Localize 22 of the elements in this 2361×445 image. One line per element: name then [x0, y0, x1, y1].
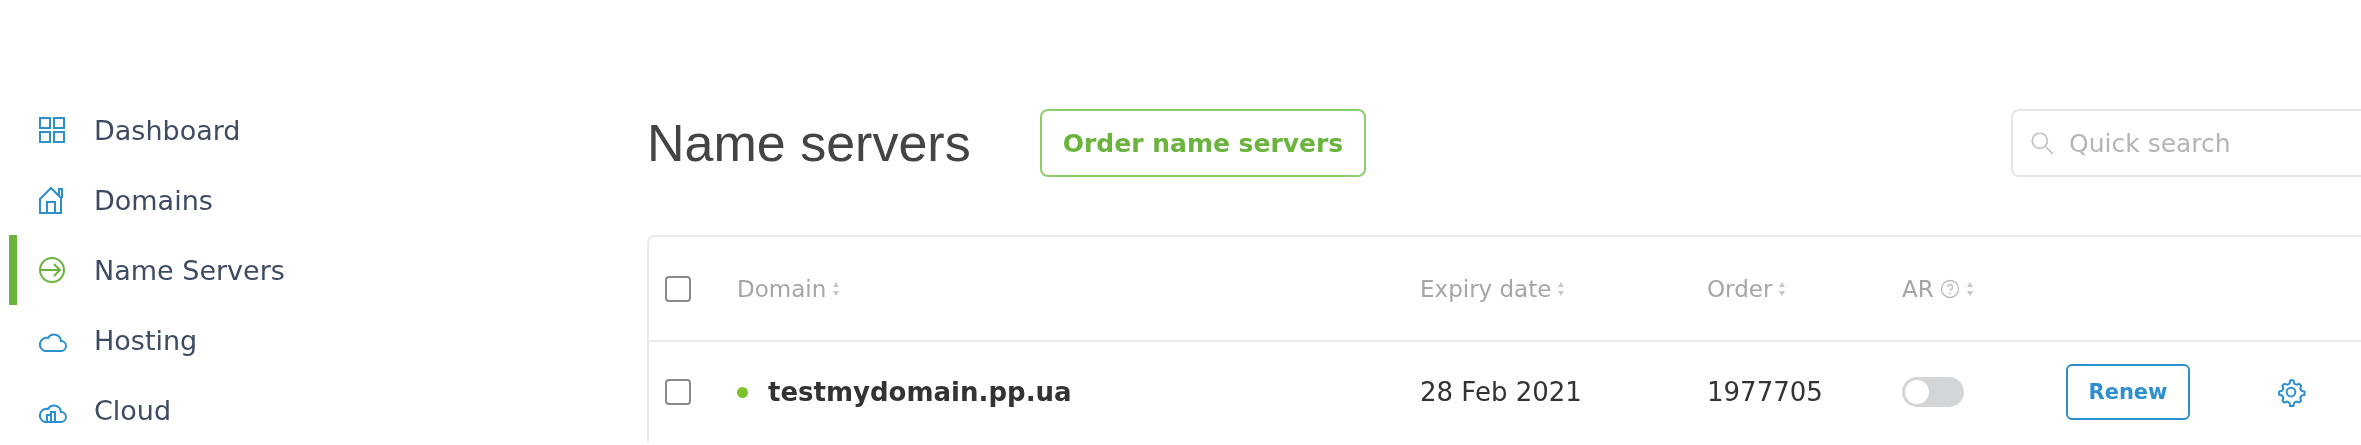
table-cell: 28 Feb 2021 — [1420, 377, 1582, 407]
search-field[interactable]: Quick search — [2011, 109, 2361, 177]
sidebar-item[interactable]: Cloud — [9, 375, 647, 445]
checkbox[interactable] — [665, 275, 691, 302]
sort-icon[interactable] — [1965, 280, 1974, 297]
help-icon[interactable] — [1939, 278, 1960, 299]
sidebar-item[interactable]: Hosting — [9, 305, 647, 375]
sort-icon[interactable] — [1557, 280, 1566, 297]
sidebar-item[interactable]: Domains — [9, 165, 647, 235]
settings-icon[interactable] — [2276, 377, 2306, 407]
sort-icon[interactable] — [832, 280, 841, 297]
grid-icon — [37, 115, 67, 145]
table-cell: 1977705 — [1707, 377, 1823, 407]
sidebar-item[interactable]: Dashboard — [9, 95, 647, 165]
checkbox[interactable] — [665, 379, 691, 405]
page-title: Name servers — [647, 113, 972, 173]
toggle-switch[interactable] — [1902, 377, 1964, 407]
arrow-circle-icon — [37, 255, 67, 285]
domain-link[interactable]: testmydomain.pp.ua — [768, 377, 1072, 407]
sort-icon[interactable] — [1778, 280, 1787, 297]
renew-button[interactable]: Renew — [2066, 364, 2190, 420]
sidebar-item[interactable]: Name Servers — [9, 235, 647, 305]
